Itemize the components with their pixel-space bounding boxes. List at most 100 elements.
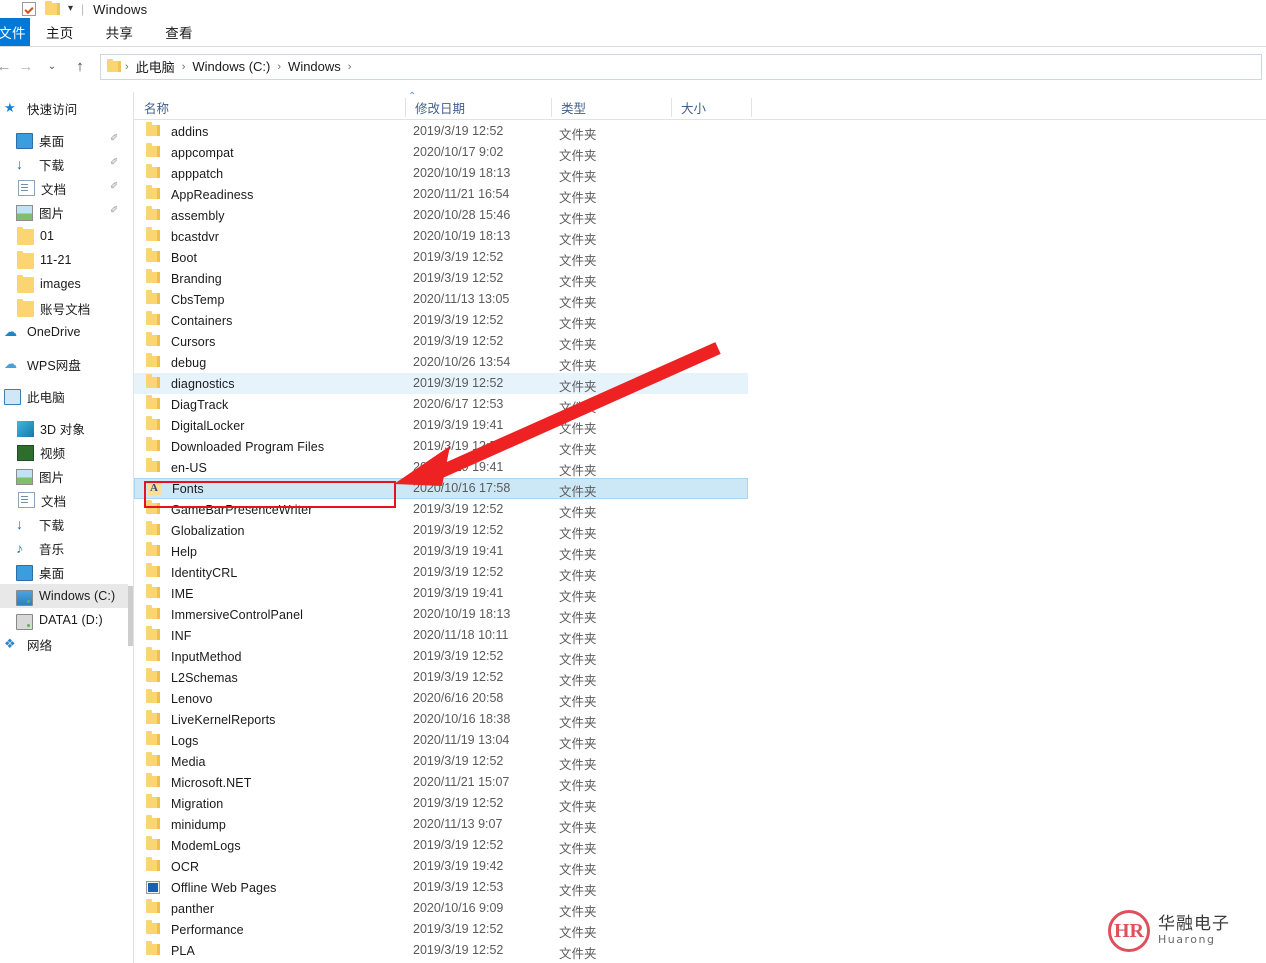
- breadcrumb-windows-c[interactable]: Windows (C:): [187, 59, 275, 74]
- pin-icon[interactable]: ✐: [110, 158, 120, 170]
- file-name: INF: [171, 628, 192, 643]
- sidebar-item-11[interactable]: 此电脑: [0, 384, 128, 408]
- icon-shape: [146, 815, 160, 829]
- column-header-row[interactable]: ⌃ 名称 修改日期 类型 大小: [134, 92, 1266, 120]
- sidebar-item-7[interactable]: images: [0, 272, 128, 296]
- recent-locations-icon[interactable]: ⌄: [42, 53, 62, 81]
- sidebar-item-10[interactable]: ☁ WPS网盘: [0, 352, 128, 376]
- icon-shape: [146, 143, 160, 157]
- file-date: 2020/11/21 15:07: [413, 775, 510, 789]
- column-header-0[interactable]: 名称: [134, 95, 169, 120]
- pin-icon[interactable]: ✐: [110, 206, 120, 218]
- column-divider[interactable]: [671, 98, 672, 117]
- 3d-objects-icon: [17, 421, 34, 437]
- sidebar-item-21[interactable]: ❖ 网络: [0, 632, 128, 656]
- star-icon: ★: [4, 100, 16, 115]
- file-list[interactable]: addins 2019/3/19 12:52 文件夹 appcompat 2020/10…: [134, 121, 1266, 963]
- tab-view[interactable]: 查看: [149, 18, 209, 46]
- breadcrumb-windows[interactable]: Windows: [283, 59, 346, 74]
- sidebar-item-15[interactable]: 文档: [0, 488, 128, 512]
- column-header-3[interactable]: 大小: [671, 95, 706, 120]
- file-date: 2019/3/19 19:41: [413, 460, 504, 474]
- sidebar-item-label: 11-21: [40, 253, 72, 267]
- address-bar[interactable]: › 此电脑 › Windows (C:) › Windows ›: [100, 53, 1262, 80]
- sidebar-item-label: 桌面: [39, 566, 65, 581]
- folder-icon: [146, 227, 162, 244]
- column-header-1[interactable]: 修改日期: [405, 95, 465, 120]
- folder-icon: [146, 122, 162, 139]
- folder-icon: [146, 500, 162, 517]
- sidebar-item-3[interactable]: 文档 ✐: [0, 176, 128, 200]
- breadcrumb-this-pc[interactable]: 此电脑: [131, 57, 180, 76]
- back-icon[interactable]: ←: [0, 53, 14, 81]
- navigation-pane[interactable]: ★ 快速访问 桌面 ✐ ↓ 下载 ✐ 文档 ✐ 图片 ✐ 01 11-21 images 账号文档 ☁ OneD…: [0, 92, 128, 963]
- file-name: Migration: [171, 796, 224, 811]
- videos-icon: [17, 445, 34, 461]
- file-name: PLA: [171, 943, 195, 958]
- tab-share[interactable]: 共享: [90, 18, 150, 46]
- sidebar-item-8[interactable]: 账号文档: [0, 296, 128, 320]
- sidebar-item-0[interactable]: ★ 快速访问: [0, 96, 128, 120]
- sidebar-item-9[interactable]: ☁ OneDrive: [0, 320, 128, 344]
- tab-file[interactable]: 文件: [0, 18, 30, 46]
- sidebar-item-label: 图片: [39, 470, 65, 485]
- pane-splitter-grip[interactable]: [128, 586, 133, 646]
- sidebar-item-label: 桌面: [39, 134, 65, 149]
- sidebar-item-16[interactable]: ↓ 下载: [0, 512, 128, 536]
- file-date: 2019/3/19 12:52: [413, 796, 504, 810]
- file-date: 2020/10/26 13:54: [413, 355, 511, 369]
- file-date: 2019/3/19 12:52: [413, 670, 504, 684]
- up-icon[interactable]: ↑: [70, 53, 90, 81]
- folder-icon: [146, 416, 162, 433]
- sidebar-item-4[interactable]: 图片 ✐: [0, 200, 128, 224]
- watermark: HR 华融电子 Huarong: [1108, 905, 1258, 957]
- sidebar-item-19[interactable]: Windows (C:): [0, 584, 128, 608]
- tab-home[interactable]: 主页: [30, 18, 90, 46]
- sidebar-item-1[interactable]: 桌面 ✐: [0, 128, 128, 152]
- sidebar-item-20[interactable]: DATA1 (D:): [0, 608, 128, 632]
- sidebar-item-18[interactable]: 桌面: [0, 560, 128, 584]
- file-type: 文件夹: [559, 485, 597, 499]
- file-type: 文件夹: [559, 947, 597, 961]
- file-type: 文件夹: [559, 170, 597, 184]
- file-name: AppReadiness: [171, 187, 254, 202]
- desktop-icon: [16, 133, 33, 149]
- file-name: apppatch: [171, 166, 224, 181]
- pin-icon[interactable]: ✐: [110, 182, 120, 194]
- folder-icon[interactable]: [45, 1, 60, 15]
- file-type: 文件夹: [559, 296, 597, 310]
- file-date: 2019/3/19 12:52: [413, 754, 504, 768]
- file-name: appcompat: [171, 145, 234, 160]
- file-type: 文件夹: [559, 317, 597, 331]
- checkbox-icon[interactable]: [22, 2, 36, 16]
- folder-icon: [146, 185, 162, 202]
- file-date: 2020/6/16 20:58: [413, 691, 504, 705]
- sidebar-item-13[interactable]: 视频: [0, 440, 128, 464]
- column-divider[interactable]: [551, 98, 552, 117]
- this-pc-icon: [4, 389, 21, 405]
- sidebar-item-5[interactable]: 01: [0, 224, 128, 248]
- sidebar-item-17[interactable]: ♪ 音乐: [0, 536, 128, 560]
- divider: |: [81, 2, 85, 16]
- sidebar-item-label: 音乐: [39, 542, 65, 557]
- sidebar-item-2[interactable]: ↓ 下载 ✐: [0, 152, 128, 176]
- forward-icon[interactable]: →: [16, 53, 36, 81]
- sidebar-item-label: 文档: [41, 182, 67, 197]
- sidebar-item-6[interactable]: 11-21: [0, 248, 128, 272]
- icon-shape: [146, 395, 160, 409]
- file-type: 文件夹: [559, 695, 597, 709]
- icon-shape: [146, 248, 160, 262]
- pin-icon[interactable]: ✐: [110, 134, 120, 146]
- file-date: 2019/3/19 19:42: [413, 859, 504, 873]
- sidebar-item-12[interactable]: 3D 对象: [0, 416, 128, 440]
- folder-icon[interactable]: [107, 59, 121, 72]
- file-date: 2019/3/19 12:52: [413, 250, 504, 264]
- sidebar-item-14[interactable]: 图片: [0, 464, 128, 488]
- onedrive-cloud-icon: ☁: [4, 324, 17, 339]
- documents-icon: [18, 492, 35, 508]
- column-divider[interactable]: [751, 98, 752, 117]
- chevron-down-icon[interactable]: ▾: [68, 4, 73, 14]
- file-name: bcastdvr: [171, 229, 220, 244]
- column-divider[interactable]: [405, 98, 406, 117]
- column-header-2[interactable]: 类型: [551, 95, 586, 120]
